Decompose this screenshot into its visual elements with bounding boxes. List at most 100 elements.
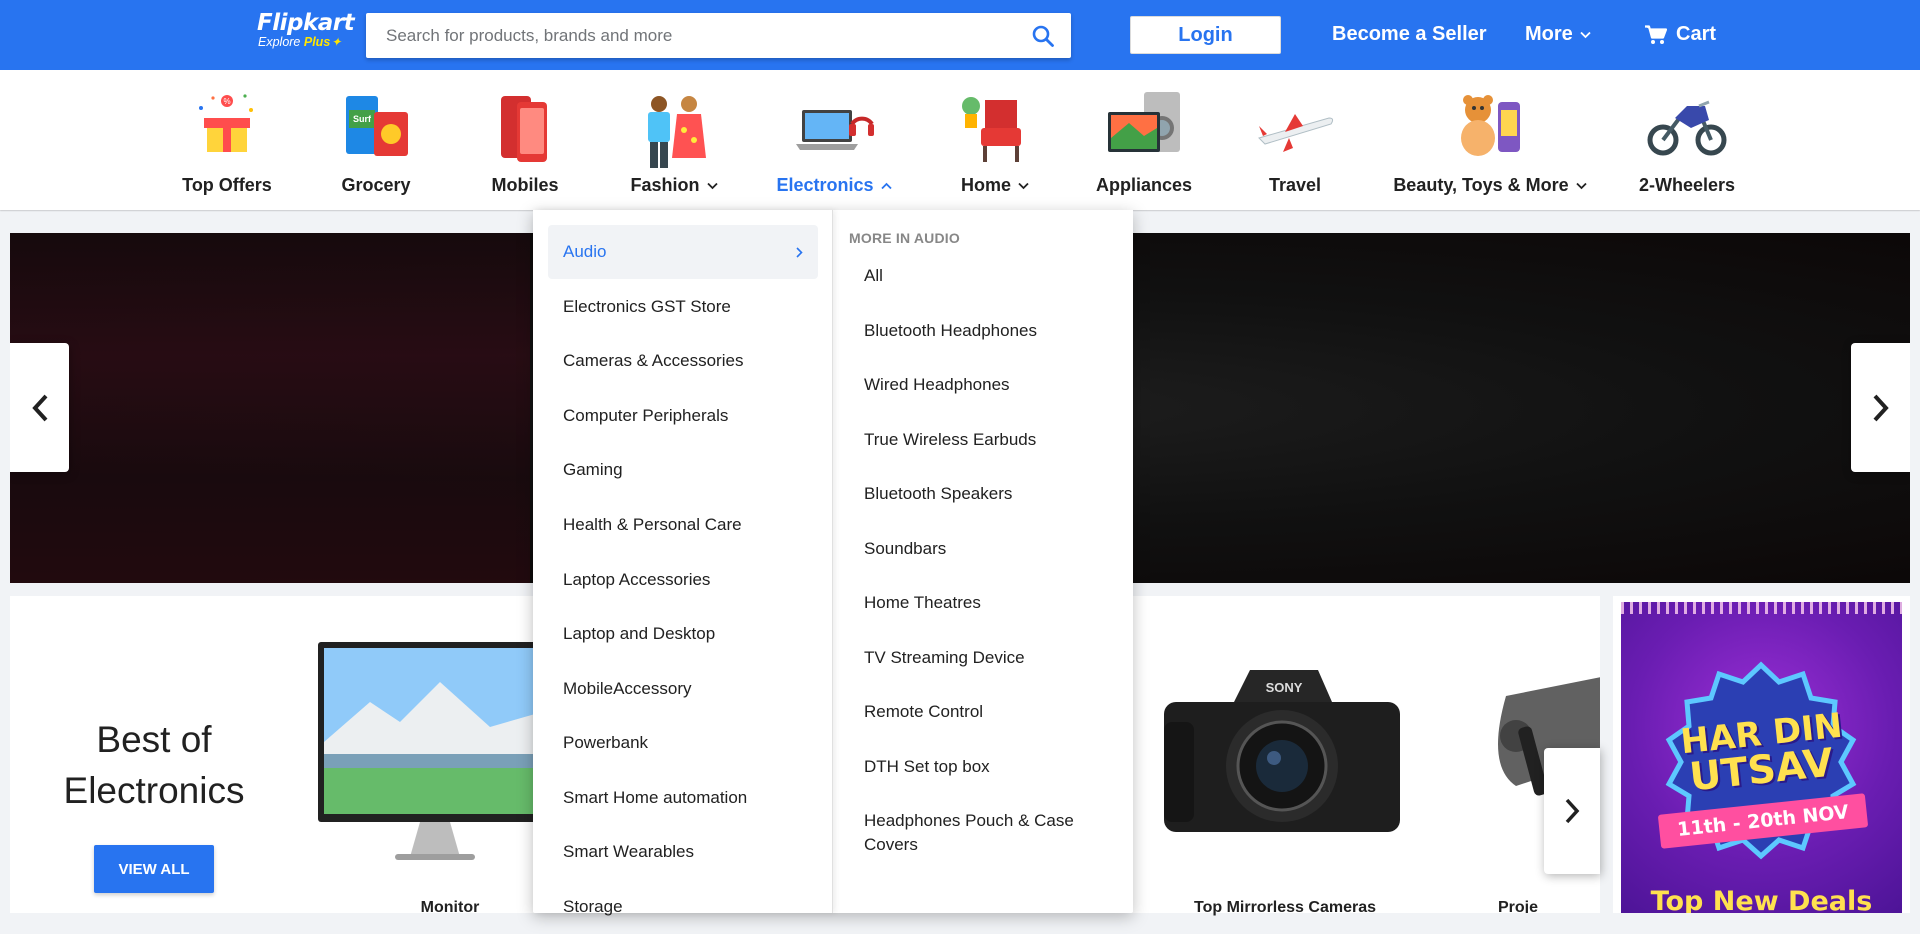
category-label: Top Offers [182,175,272,195]
view-all-button[interactable]: VIEW ALL [94,845,214,893]
menu-item-computer-peripherals[interactable]: Computer Peripherals [548,389,818,443]
menu-item-audio[interactable]: Audio [548,225,818,279]
submenu-item-remote-control[interactable]: Remote Control [864,700,1094,724]
chevron-down-icon [1580,31,1591,38]
category-label: Appliances [1095,175,1193,195]
category-label-text: Electronics [776,175,874,195]
category-top-offers[interactable]: % Top Offers [172,70,282,210]
submenu-item-headphone-pouch[interactable]: Headphones Pouch & Case Covers [864,809,1094,857]
login-button[interactable]: Login [1130,16,1281,54]
category-beauty-toys[interactable]: Beauty, Toys & More [1393,70,1587,210]
menu-item-mobile-accessory[interactable]: MobileAccessory [548,662,818,716]
plus-sparkle-icon: ✦ [331,35,342,49]
flipkart-logo[interactable]: Flipkart Explore Plus✦ [257,10,357,49]
logo-sub-text: Explore [258,35,301,49]
menu-subcategory-list: MORE IN AUDIO All Bluetooth Headphones W… [834,210,1133,913]
submenu-item-bluetooth-speakers[interactable]: Bluetooth Speakers [864,482,1094,506]
category-travel[interactable]: Travel [1255,70,1335,210]
product-name: Proje [1498,899,1539,913]
menu-item-label: Audio [563,242,607,261]
svg-text:SONY: SONY [1266,680,1303,695]
submenu-item-tws-earbuds[interactable]: True Wireless Earbuds [864,428,1094,452]
teddy-bear-icon [1450,88,1530,168]
category-mobiles[interactable]: Mobiles [485,70,565,210]
submenu-item-dth-set-top-box[interactable]: DTH Set top box [864,755,1094,779]
promo-deals-text: Top New Deals [1650,886,1873,913]
become-seller-link[interactable]: Become a Seller [1332,23,1487,46]
category-fashion[interactable]: Fashion [630,70,718,210]
menu-item-gaming[interactable]: Gaming [548,443,818,497]
submenu-item-bluetooth-headphones[interactable]: Bluetooth Headphones [864,319,1094,343]
category-label: Fashion [630,175,718,196]
category-two-wheelers[interactable]: 2-Wheelers [1638,70,1736,210]
logo-tagline: Explore Plus✦ [257,35,357,49]
electronics-mega-menu: Audio Electronics GST Store Cameras & Ac… [533,210,1133,916]
menu-item-laptop-desktop[interactable]: Laptop and Desktop [548,607,818,661]
menu-item-powerbank[interactable]: Powerbank [548,716,818,770]
category-label-text: Fashion [630,175,700,195]
menu-item-smart-home[interactable]: Smart Home automation [548,771,818,825]
menu-item-gst-store[interactable]: Electronics GST Store [548,280,818,334]
appliances-icon [1104,88,1184,168]
search-icon[interactable] [1031,24,1055,48]
chevron-down-icon [706,182,718,189]
chevron-right-icon [796,246,803,258]
more-menu[interactable]: More [1525,23,1591,46]
best-next-button[interactable] [1544,748,1600,874]
promo-banner: HAR DIN UTSAV 11th - 20th NOV Top New De… [1621,602,1902,913]
submenu-item-all[interactable]: All [864,264,1094,288]
search-input[interactable] [366,13,1006,58]
menu-item-health-care[interactable]: Health & Personal Care [548,498,818,552]
submenu-item-tv-streaming[interactable]: TV Streaming Device [864,646,1094,670]
menu-item-cameras[interactable]: Cameras & Accessories [548,334,818,388]
category-nav: % Top Offers Surf Grocery Mobiles Fashio… [0,70,1920,210]
submenu-item-home-theatres[interactable]: Home Theatres [864,591,1094,615]
banner-next-button[interactable] [1851,343,1910,472]
top-header: Flipkart Explore Plus✦ Login Become a Se… [0,0,1920,70]
category-home[interactable]: Home [960,70,1030,210]
home-furniture-icon [955,88,1035,168]
product-name: Top Mirrorless Cameras [1194,899,1376,916]
chevron-right-icon [1873,394,1889,421]
cart-label: Cart [1676,23,1717,45]
category-label-text: Beauty, Toys & More [1393,175,1569,195]
search-bar [366,13,1071,58]
grocery-icon: Surf [336,88,416,168]
title-line-2: Electronics [63,770,245,811]
banner-prev-button[interactable] [10,343,69,472]
category-label: Mobiles [491,175,559,195]
promo-ad-card[interactable]: HAR DIN UTSAV 11th - 20th NOV Top New De… [1613,596,1910,913]
category-label: Home [961,175,1029,196]
chevron-up-icon [880,182,892,189]
logo-text: Flipkart [257,10,355,36]
title-line-1: Best of [96,719,212,760]
mobiles-icon [485,88,565,168]
category-label: Travel [1268,175,1322,195]
submenu-item-soundbars[interactable]: Soundbars [864,537,1094,561]
chevron-right-icon [1565,798,1580,824]
subcategory-heading: MORE IN AUDIO [849,230,960,246]
chevron-left-icon [31,394,47,421]
category-label: 2-Wheelers [1638,175,1736,195]
cart-icon [1645,24,1667,44]
chevron-down-icon [1576,182,1587,189]
menu-category-list: Audio Electronics GST Store Cameras & Ac… [533,210,833,916]
logo-plus-text: Plus [303,35,331,49]
submenu-item-wired-headphones[interactable]: Wired Headphones [864,373,1094,397]
category-electronics[interactable]: Electronics [776,70,892,210]
svg-text:%: % [223,97,230,106]
menu-item-storage[interactable]: Storage [548,880,818,934]
category-label: Electronics [776,175,892,196]
promo-lights-decoration [1621,602,1902,614]
category-label-text: Home [960,175,1011,195]
category-appliances[interactable]: Appliances [1096,70,1192,210]
menu-item-laptop-accessories[interactable]: Laptop Accessories [548,553,818,607]
category-grocery[interactable]: Surf Grocery [330,70,422,210]
cart-link[interactable]: Cart [1645,23,1716,46]
monitor-image [318,642,548,860]
product-card-mirrorless-cameras[interactable]: SONY Top Mirrorless Cameras [1150,596,1420,916]
menu-item-smart-wearables[interactable]: Smart Wearables [548,825,818,879]
svg-text:Surf: Surf [353,114,372,124]
more-label: More [1525,23,1573,45]
motorbike-icon [1647,88,1727,168]
